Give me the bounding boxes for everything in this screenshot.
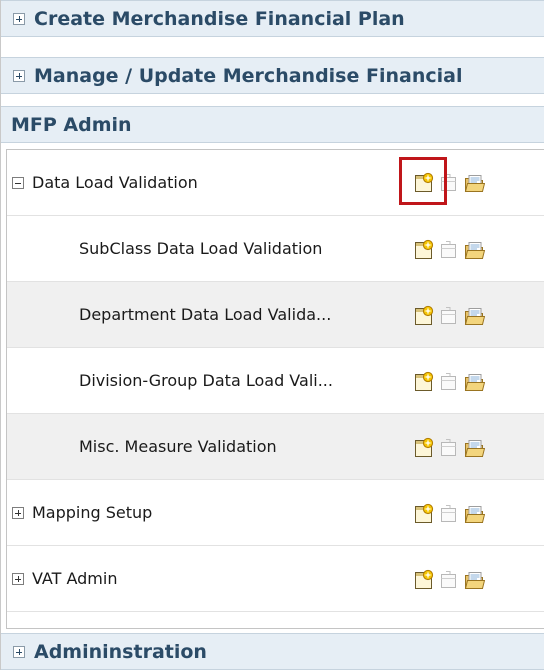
new-workbook-icon[interactable] bbox=[413, 371, 435, 393]
accordion-create-plan[interactable]: Create Merchandise Financial Plan bbox=[1, 0, 544, 37]
open-workbook-icon[interactable] bbox=[438, 569, 460, 591]
accordion-administration[interactable]: Admininstration bbox=[1, 633, 544, 670]
accordion-manage-plan[interactable]: Manage / Update Merchandise Financial bbox=[1, 57, 544, 94]
task-label[interactable]: Mapping Setup bbox=[32, 503, 152, 522]
task-label[interactable]: Data Load Validation bbox=[32, 173, 198, 192]
expand-icon[interactable] bbox=[12, 506, 24, 519]
new-workbook-icon[interactable] bbox=[413, 569, 435, 591]
expand-icon[interactable] bbox=[12, 572, 24, 585]
browse-folder-icon[interactable] bbox=[463, 503, 485, 525]
task-label[interactable]: SubClass Data Load Validation bbox=[79, 239, 322, 258]
accordion-label: MFP Admin bbox=[11, 113, 132, 136]
open-workbook-icon[interactable] bbox=[438, 239, 460, 261]
task-row-vat-admin[interactable]: VAT Admin bbox=[7, 546, 544, 612]
open-workbook-icon[interactable] bbox=[438, 305, 460, 327]
new-workbook-icon[interactable] bbox=[413, 437, 435, 459]
accordion-label: Admininstration bbox=[34, 640, 207, 663]
expand-icon[interactable] bbox=[13, 645, 25, 658]
expand-icon[interactable] bbox=[13, 69, 25, 82]
task-label[interactable]: Division-Group Data Load Vali... bbox=[79, 371, 333, 390]
new-workbook-icon[interactable] bbox=[413, 305, 435, 327]
task-list: Data Load Validation SubClass Data Load … bbox=[6, 149, 544, 629]
expand-icon[interactable] bbox=[13, 12, 25, 25]
task-label[interactable]: Department Data Load Valida... bbox=[79, 305, 331, 324]
accordion-mfp-admin[interactable]: MFP Admin bbox=[1, 106, 544, 143]
accordion-label: Create Merchandise Financial Plan bbox=[34, 7, 405, 30]
browse-folder-icon[interactable] bbox=[463, 305, 485, 327]
open-workbook-icon[interactable] bbox=[438, 437, 460, 459]
accordion-label: Manage / Update Merchandise Financial bbox=[34, 64, 463, 87]
browse-folder-icon[interactable] bbox=[463, 172, 485, 194]
task-row-division-group[interactable]: Division-Group Data Load Vali... bbox=[7, 348, 544, 414]
open-workbook-icon[interactable] bbox=[438, 371, 460, 393]
task-row-data-load-validation[interactable]: Data Load Validation bbox=[7, 150, 544, 216]
task-row-subclass[interactable]: SubClass Data Load Validation bbox=[7, 216, 544, 282]
task-label[interactable]: Misc. Measure Validation bbox=[79, 437, 277, 456]
task-row-mapping-setup[interactable]: Mapping Setup bbox=[7, 480, 544, 546]
new-workbook-icon[interactable] bbox=[413, 503, 435, 525]
browse-folder-icon[interactable] bbox=[463, 437, 485, 459]
task-row-misc-measure[interactable]: Misc. Measure Validation bbox=[7, 414, 544, 480]
task-label[interactable]: VAT Admin bbox=[32, 569, 117, 588]
browse-folder-icon[interactable] bbox=[463, 371, 485, 393]
task-row-department[interactable]: Department Data Load Valida... bbox=[7, 282, 544, 348]
highlight-box bbox=[399, 157, 447, 205]
browse-folder-icon[interactable] bbox=[463, 569, 485, 591]
new-workbook-icon[interactable] bbox=[413, 239, 435, 261]
collapse-icon[interactable] bbox=[12, 176, 24, 189]
browse-folder-icon[interactable] bbox=[463, 239, 485, 261]
navigation-frame: Create Merchandise Financial Plan Manage… bbox=[0, 0, 544, 670]
open-workbook-icon[interactable] bbox=[438, 503, 460, 525]
